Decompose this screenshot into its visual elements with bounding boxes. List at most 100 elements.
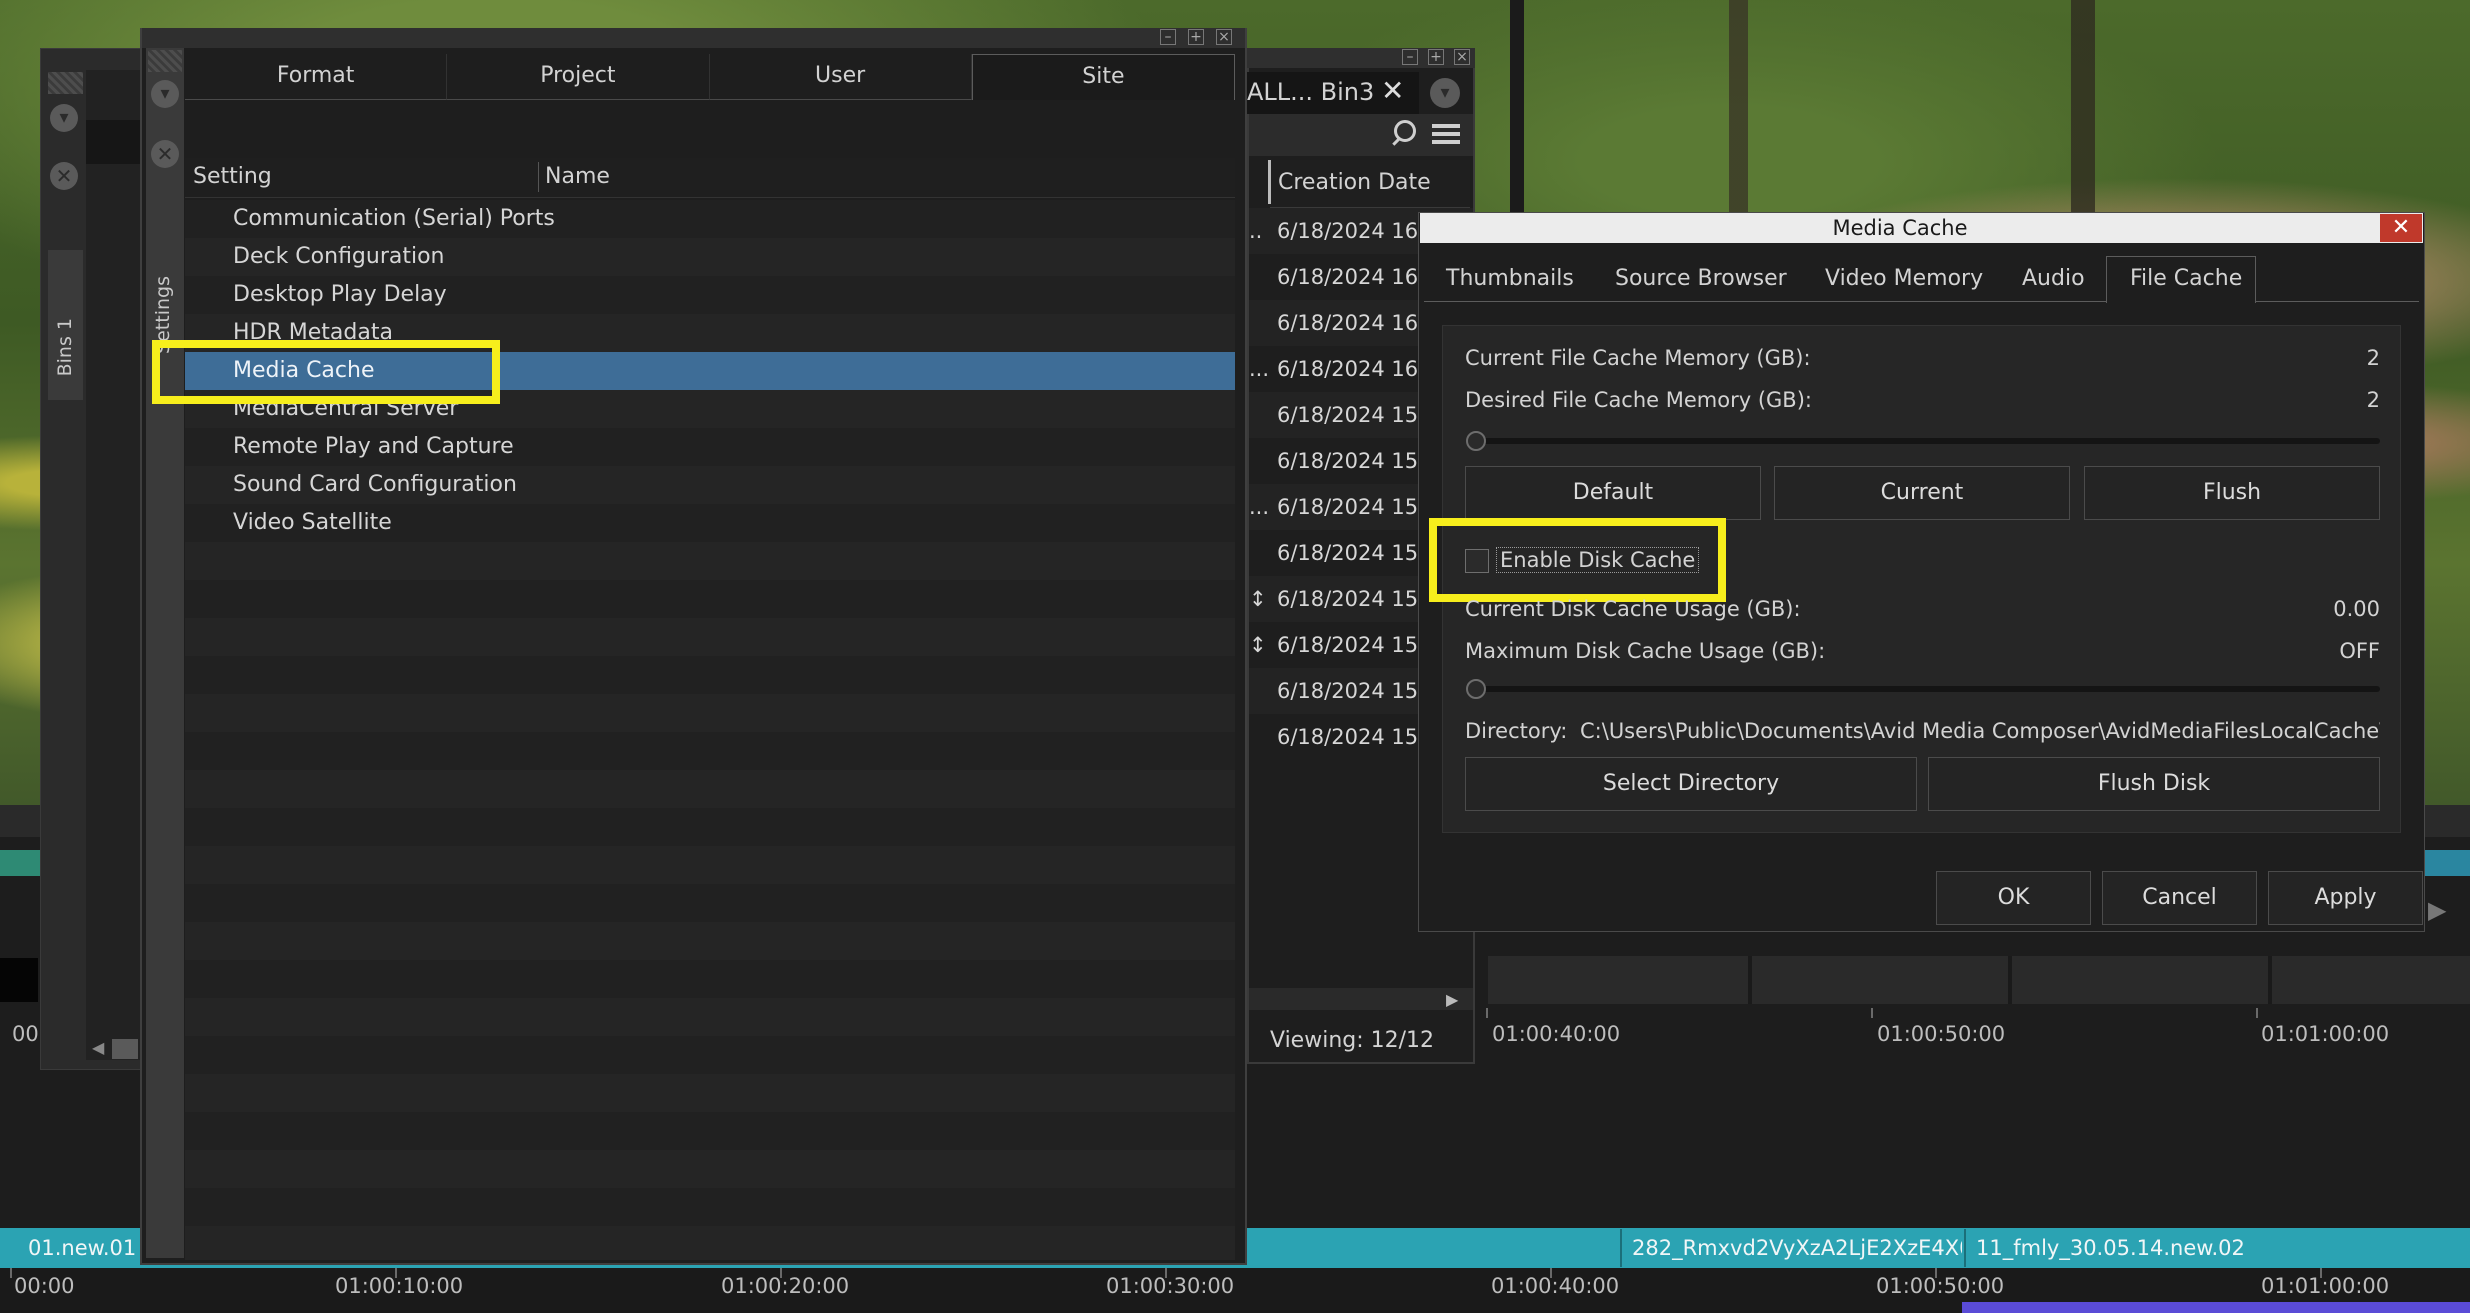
default-button[interactable]: Default	[1465, 466, 1761, 520]
bins-scroll-thumb[interactable]	[112, 1039, 138, 1059]
bins-menu-icon[interactable]: ▾	[50, 104, 78, 132]
settings-minimize-icon[interactable]: –	[1160, 29, 1176, 45]
clip-11-fmly[interactable]: 11_fmly_30.05.14.new.02	[1964, 1229, 2470, 1267]
disk-cache-slider-knob[interactable]	[1466, 679, 1486, 699]
empty-row	[185, 732, 1235, 770]
current-button[interactable]: Current	[1774, 466, 2070, 520]
max-disk-usage-label: Maximum Disk Cache Usage (GB):	[1465, 639, 1826, 663]
tab-file-cache[interactable]: File Cache	[2130, 266, 2242, 291]
list-item[interactable]: Communication (Serial) Ports	[185, 200, 1235, 238]
empty-row	[185, 846, 1235, 884]
desired-file-cache-value: 2	[2366, 388, 2380, 412]
lower-ruler-tc-2: 01:00:20:00	[721, 1274, 850, 1298]
tab-source-browser[interactable]: Source Browser	[1615, 266, 1787, 291]
bin-hscroll[interactable]	[1249, 988, 1473, 1010]
tab-site[interactable]: Site	[971, 54, 1235, 100]
bin-minimize-icon[interactable]: –	[1402, 49, 1418, 65]
settings-sidebar	[146, 48, 184, 1258]
directory-label: Directory:	[1465, 719, 1568, 743]
bins-scroll-left-icon[interactable]: ◀	[92, 1038, 104, 1057]
timeline-track-right[interactable]	[2425, 850, 2470, 876]
dialog-close-icon[interactable]: ✕	[2380, 214, 2422, 242]
ok-button[interactable]: OK	[1936, 871, 2091, 925]
file-cache-slider-track[interactable]	[1466, 438, 2380, 444]
list-item[interactable]: Remote Play and Capture	[185, 428, 1235, 466]
cancel-button[interactable]: Cancel	[2102, 871, 2257, 925]
list-item[interactable]: Sound Card Configuration	[185, 466, 1235, 504]
list-item[interactable]: Desktop Play Delay	[185, 276, 1235, 314]
disk-cache-slider-track[interactable]	[1466, 686, 2380, 692]
list-item[interactable]: Video Satellite	[185, 504, 1235, 542]
timeline-track-left[interactable]	[0, 850, 40, 876]
empty-row	[185, 1150, 1235, 1188]
flush-button[interactable]: Flush	[2084, 466, 2380, 520]
select-directory-button[interactable]: Select Directory	[1465, 757, 1917, 811]
bin-close-x-icon[interactable]: ×	[1454, 49, 1470, 65]
settings-titlebar[interactable]	[142, 28, 1245, 48]
bin-tab-close-icon[interactable]: ✕	[1381, 74, 1404, 107]
creation-date-header[interactable]: Creation Date	[1278, 170, 1431, 195]
clip-282[interactable]: 282_Rmxvd2VyXzA2LjE2XzE4X0h	[1620, 1229, 1962, 1267]
bin-scroll-right-icon[interactable]: ▶	[1446, 990, 1458, 1009]
settings-close-icon[interactable]: ✕	[151, 140, 179, 168]
current-file-cache-label: Current File Cache Memory (GB):	[1465, 346, 1811, 370]
settings-column-header: Setting Name	[185, 158, 1235, 198]
lower-ruler-tc-1: 01:00:10:00	[335, 1274, 464, 1298]
position-indicator-icon[interactable]	[1268, 160, 1271, 204]
settings-maximize-icon[interactable]: +	[1188, 29, 1204, 45]
bin-tab-title: ALL... Bin3	[1247, 78, 1375, 106]
empty-row	[185, 694, 1235, 732]
upper-ruler-tc-1: 01:00:40:00	[1492, 1022, 1621, 1046]
lower-ruler-tc-0: 00:00	[14, 1274, 75, 1298]
tab-video-memory[interactable]: Video Memory	[1825, 266, 1983, 291]
timeline-left-black	[0, 958, 38, 1002]
upper-ruler-ticks	[1486, 1008, 2470, 1018]
empty-row	[185, 542, 1235, 580]
play-arrow-icon[interactable]: ▶	[2428, 896, 2446, 924]
lower-ruler-tc-3: 01:00:30:00	[1106, 1274, 1235, 1298]
tab-project[interactable]: Project	[447, 54, 710, 100]
flush-disk-button[interactable]: Flush Disk	[1928, 757, 2380, 811]
bin-menu-icon[interactable]: ▾	[1430, 78, 1460, 108]
bin-column-header[interactable]: Creation Date	[1268, 160, 1470, 208]
apply-button[interactable]: Apply	[2268, 871, 2423, 925]
bin-viewing-count: Viewing: 12/12	[1270, 1028, 1435, 1053]
empty-row	[185, 1036, 1235, 1074]
bins-close-icon[interactable]: ✕	[50, 162, 78, 190]
column-setting-header[interactable]: Setting	[193, 164, 272, 189]
empty-row	[185, 960, 1235, 998]
desired-file-cache-label: Desired File Cache Memory (GB):	[1465, 388, 1812, 412]
empty-row	[185, 580, 1235, 618]
media-cache-highlight	[152, 340, 500, 404]
empty-row	[185, 1112, 1235, 1150]
empty-row	[185, 618, 1235, 656]
empty-row	[185, 998, 1235, 1036]
bin-tab[interactable]: ALL... Bin3 ✕	[1247, 72, 1419, 114]
bins-panel-grip[interactable]	[48, 72, 83, 94]
hamburger-menu-icon[interactable]	[1432, 124, 1460, 144]
bin-maximize-icon[interactable]: +	[1428, 49, 1444, 65]
lower-ruler-tc-5: 01:00:50:00	[1876, 1274, 2005, 1298]
empty-row	[185, 1226, 1235, 1260]
list-item[interactable]: Deck Configuration	[185, 238, 1235, 276]
settings-close-x-icon[interactable]: ×	[1216, 29, 1232, 45]
clip-01-new-01[interactable]: 01.new.01	[18, 1229, 138, 1267]
settings-grip[interactable]	[148, 50, 182, 72]
empty-row	[185, 884, 1235, 922]
dialog-tabs: Thumbnails Source Browser Video Memory A…	[1424, 256, 2419, 303]
empty-row	[185, 656, 1235, 694]
lower-ruler-tc-6: 01:01:00:00	[2261, 1274, 2390, 1298]
bins-tab-label: Bins 1	[54, 318, 76, 377]
tab-thumbnails[interactable]: Thumbnails	[1446, 266, 1574, 291]
tab-user[interactable]: User	[709, 54, 972, 100]
column-divider[interactable]	[538, 162, 539, 192]
current-disk-usage-label: Current Disk Cache Usage (GB):	[1465, 597, 1801, 621]
column-name-header[interactable]: Name	[545, 164, 610, 189]
in-out-bar[interactable]	[1962, 1302, 2470, 1313]
tab-format[interactable]: Format	[185, 54, 448, 100]
empty-row	[185, 770, 1235, 808]
tab-audio[interactable]: Audio	[2022, 266, 2085, 291]
settings-menu-icon[interactable]: ▾	[151, 80, 179, 108]
empty-row	[185, 922, 1235, 960]
file-cache-slider-knob[interactable]	[1466, 431, 1486, 451]
